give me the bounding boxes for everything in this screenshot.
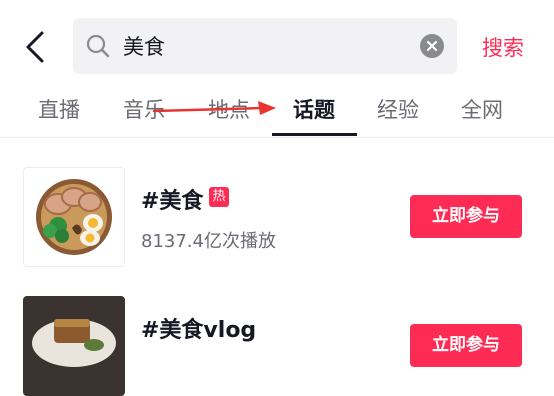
hot-badge: 热: [209, 187, 229, 207]
search-button[interactable]: 搜索: [482, 32, 524, 62]
food-bowl-thumbnail: [23, 167, 125, 267]
join-button[interactable]: 立即参与: [410, 195, 522, 238]
tab-experience[interactable]: 经验: [377, 94, 419, 124]
annotation-arrow-icon: [152, 101, 276, 115]
tab-web[interactable]: 全网: [461, 94, 503, 124]
topic-title: #美食vlog: [141, 318, 257, 343]
search-input[interactable]: 美食: [73, 18, 457, 74]
tab-topic[interactable]: 话题: [293, 94, 335, 124]
search-query-text: 美食: [123, 35, 165, 59]
search-icon: [86, 34, 110, 58]
back-chevron-icon[interactable]: [22, 30, 50, 64]
active-tab-indicator: [272, 133, 357, 136]
play-count: 8137.4亿次播放: [141, 231, 276, 252]
tabs-divider: [0, 137, 554, 138]
join-button[interactable]: 立即参与: [410, 324, 522, 367]
food-vlog-thumbnail: [23, 296, 125, 396]
tab-live[interactable]: 直播: [38, 94, 80, 124]
clear-icon[interactable]: [420, 34, 444, 58]
topic-title: #美食: [141, 189, 204, 214]
